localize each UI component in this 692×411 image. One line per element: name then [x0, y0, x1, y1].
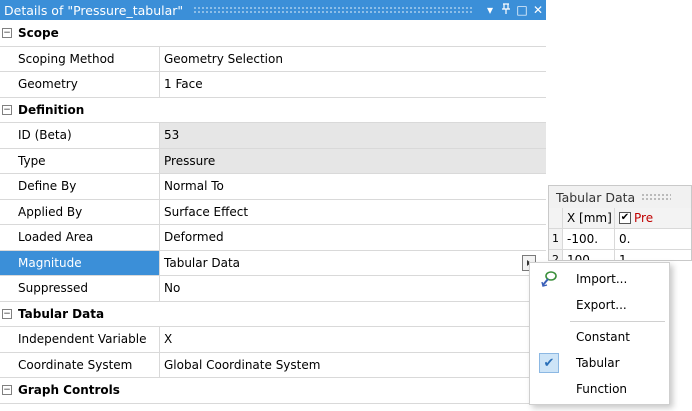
property-value[interactable]: Geometry Selection	[160, 47, 546, 72]
row-applied-by[interactable]: Applied By Surface Effect	[0, 199, 546, 225]
details-panel: Details of "Pressure_tabular" ▾ □ ✕ − Sc…	[0, 0, 546, 411]
menu-separator	[570, 321, 665, 322]
property-name: Scoping Method	[0, 46, 160, 71]
property-name: Coordinate System	[0, 352, 160, 377]
row-geometry[interactable]: Geometry 1 Face	[0, 72, 546, 98]
property-name: Magnitude	[0, 250, 160, 275]
menu-item-function[interactable]: Function	[530, 376, 669, 402]
table-header-row: X [mm] ✔ Pre	[549, 208, 691, 229]
close-icon[interactable]: ✕	[530, 3, 546, 17]
property-value[interactable]: X	[160, 327, 546, 352]
property-name: Loaded Area	[0, 225, 160, 250]
tabular-data-panel: Tabular Data X [mm] ✔ Pre 1 -100. 0. 2 1…	[548, 185, 692, 261]
properties-grid: − Scope Scoping Method Geometry Selectio…	[0, 21, 546, 404]
row-suppressed[interactable]: Suppressed No	[0, 276, 546, 302]
row-independent-variable[interactable]: Independent Variable X	[0, 327, 546, 353]
group-scope[interactable]: − Scope	[0, 21, 546, 47]
menu-item-label: Export...	[576, 298, 627, 312]
menu-item-import[interactable]: Import...	[530, 266, 669, 292]
property-name: Define By	[0, 174, 160, 199]
row-scoping-method[interactable]: Scoping Method Geometry Selection	[0, 46, 546, 72]
property-name: ID (Beta)	[0, 123, 160, 148]
property-name: Suppressed	[0, 276, 160, 301]
column-header-pressure[interactable]: ✔ Pre	[615, 208, 691, 228]
collapse-icon[interactable]: −	[2, 104, 12, 115]
pin-icon[interactable]	[498, 2, 514, 18]
column-header-label: Pre	[634, 211, 654, 225]
row-id: ID (Beta) 53	[0, 123, 546, 149]
menu-item-constant[interactable]: Constant	[530, 324, 669, 350]
menu-item-export[interactable]: Export...	[530, 292, 669, 318]
property-name: Geometry	[0, 72, 160, 97]
property-value[interactable]: Normal To	[160, 174, 546, 199]
property-value[interactable]: Global Coordinate System	[160, 353, 546, 378]
property-name: Type	[0, 148, 160, 173]
menu-item-label: Import...	[576, 272, 628, 286]
cell-value[interactable]: 1	[615, 250, 691, 260]
property-value[interactable]: Surface Effect	[160, 200, 546, 225]
magnitude-value: Tabular Data	[164, 255, 241, 270]
table-row[interactable]: 1 -100. 0.	[549, 229, 691, 250]
menu-item-label: Tabular	[576, 356, 620, 370]
collapse-icon[interactable]: −	[2, 385, 12, 396]
group-label: Tabular Data	[18, 306, 105, 321]
row-index: 2	[549, 250, 563, 260]
property-value[interactable]: 1 Face	[160, 72, 546, 97]
property-value: Pressure	[160, 148, 546, 173]
collapse-icon[interactable]: −	[2, 28, 12, 39]
property-name: Independent Variable	[0, 327, 160, 352]
property-value[interactable]: Tabular Data	[160, 251, 546, 276]
row-type: Type Pressure	[0, 148, 546, 174]
property-value[interactable]: Deformed	[160, 225, 546, 250]
details-title: Details of "Pressure_tabular"	[4, 2, 184, 18]
restore-icon[interactable]: □	[514, 3, 530, 17]
row-coordinate-system[interactable]: Coordinate System Global Coordinate Syst…	[0, 352, 546, 378]
group-tabular-data[interactable]: − Tabular Data	[0, 302, 546, 327]
tabular-data-titlebar: Tabular Data	[549, 186, 691, 208]
row-magnitude[interactable]: Magnitude Tabular Data	[0, 250, 546, 276]
menu-item-label: Constant	[576, 330, 630, 344]
group-label: Scope	[18, 26, 59, 41]
property-name: Applied By	[0, 199, 160, 224]
group-label: Graph Controls	[18, 383, 120, 398]
tabular-data-title: Tabular Data	[556, 189, 636, 205]
property-value: 53	[160, 123, 546, 148]
group-definition[interactable]: − Definition	[0, 98, 546, 123]
cell-value[interactable]: 0.	[615, 229, 691, 249]
collapse-icon[interactable]: −	[2, 308, 12, 319]
property-value[interactable]: No	[160, 276, 546, 301]
titlebar-grip	[193, 6, 474, 14]
row-loaded-area[interactable]: Loaded Area Deformed	[0, 225, 546, 251]
magnitude-context-menu: Import... Export... Constant ✔ Tabular F…	[529, 262, 670, 405]
menu-gutter	[530, 324, 568, 350]
cell-x[interactable]: -100.	[563, 229, 615, 249]
titlebar-grip	[641, 193, 672, 201]
menu-gutter: ✔	[530, 350, 568, 376]
menu-item-label: Function	[576, 382, 628, 396]
checkmark-icon: ✔	[539, 353, 559, 373]
import-icon	[530, 266, 568, 292]
row-index: 1	[549, 229, 563, 249]
column-header-x[interactable]: X [mm]	[563, 208, 615, 228]
panel-dropdown-icon[interactable]: ▾	[482, 3, 498, 17]
row-define-by[interactable]: Define By Normal To	[0, 174, 546, 200]
menu-gutter	[530, 376, 568, 402]
row-index-header	[549, 208, 563, 228]
column-checkbox[interactable]: ✔	[619, 212, 631, 224]
details-titlebar: Details of "Pressure_tabular" ▾ □ ✕	[0, 0, 546, 20]
menu-gutter	[530, 292, 568, 318]
menu-item-tabular[interactable]: ✔ Tabular	[530, 350, 669, 376]
group-graph-controls[interactable]: − Graph Controls	[0, 378, 546, 404]
cell-x[interactable]: 100.	[563, 250, 615, 260]
group-label: Definition	[18, 102, 85, 117]
table-row[interactable]: 2 100. 1	[549, 250, 691, 260]
